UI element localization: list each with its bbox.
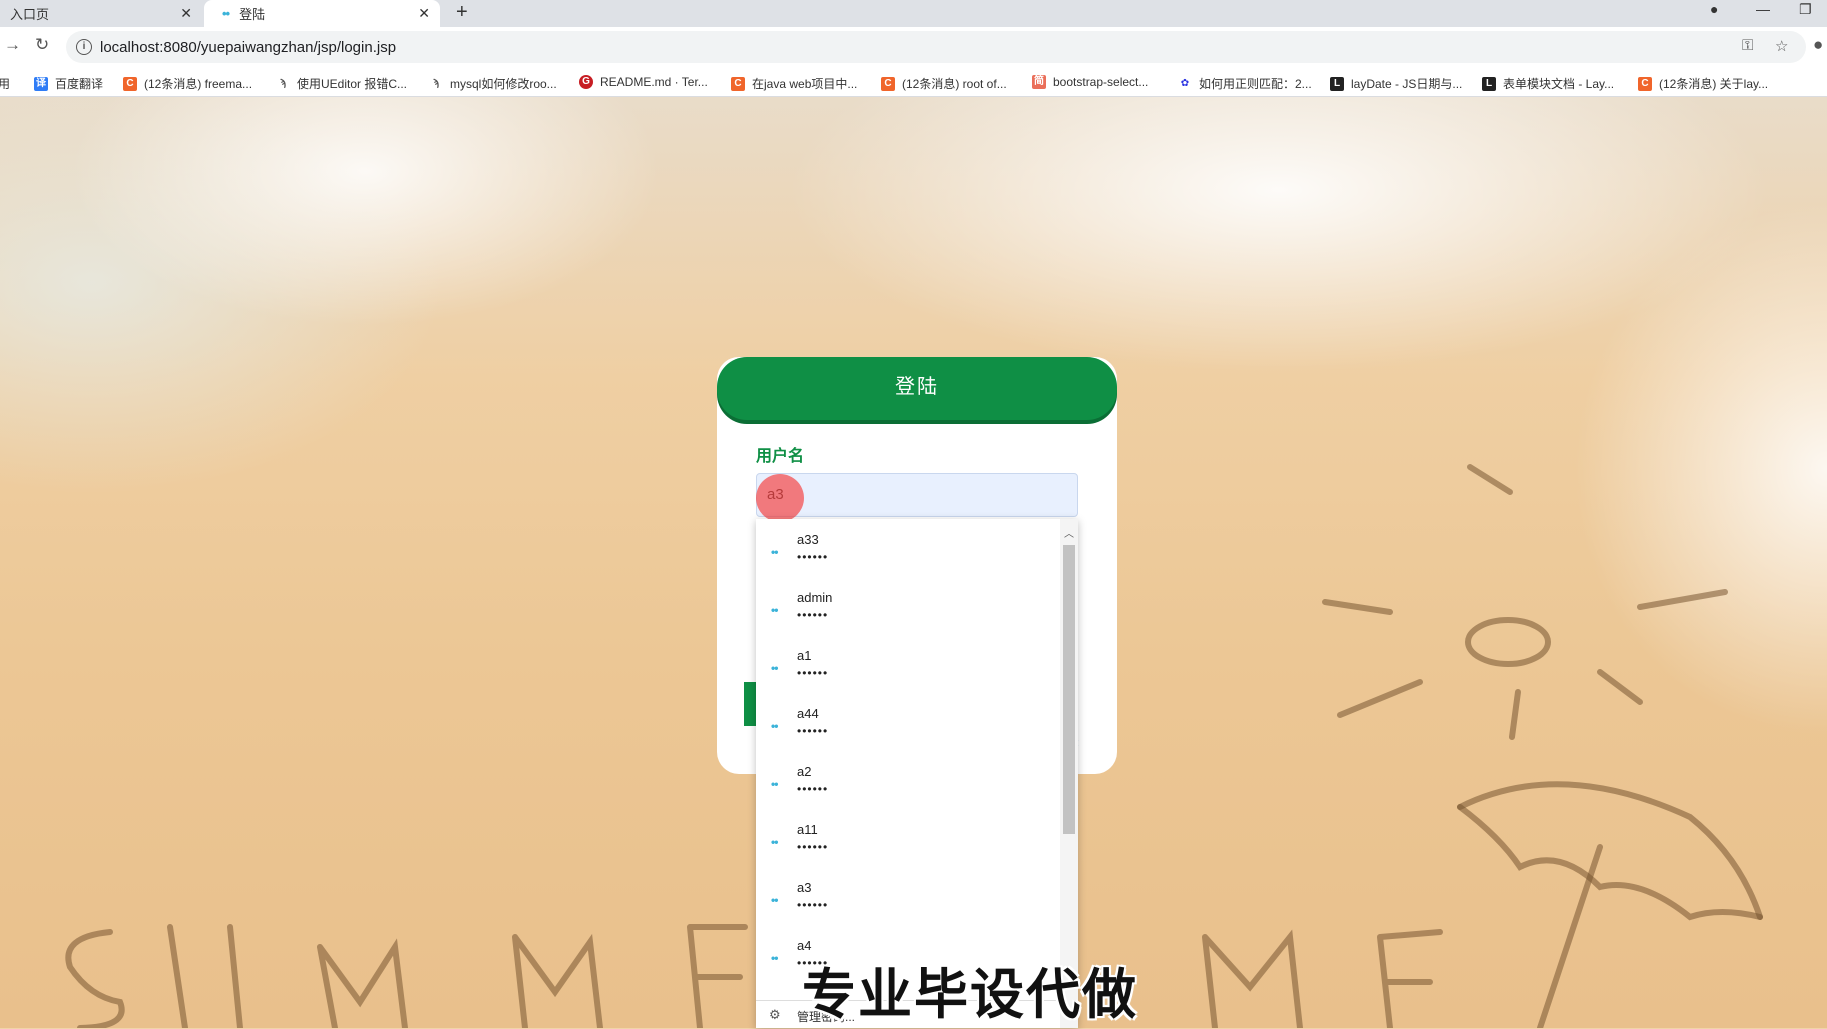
close-icon[interactable]: ✕ xyxy=(418,5,430,22)
key-icon: •• xyxy=(771,545,778,559)
autofill-password: •••••• xyxy=(797,840,829,854)
info-icon[interactable]: i xyxy=(76,39,92,55)
gitee-icon: G xyxy=(579,75,593,89)
key-icon: •• xyxy=(771,661,778,675)
tab-title: 入口页 xyxy=(10,7,50,22)
autofill-username: a2 xyxy=(797,764,812,779)
url-text: localhost:8080/yuepaiwangzhan/jsp/login.… xyxy=(100,39,397,56)
minimize-icon[interactable]: — xyxy=(1756,1,1770,17)
bookmark-item[interactable]: C 在java web项目中... xyxy=(731,75,857,92)
bird-icon: ϡ xyxy=(279,77,287,89)
autofill-item[interactable]: •• a1 •••••• xyxy=(756,635,1062,693)
tab-entry-page[interactable]: 入口页 ✕ xyxy=(0,0,202,27)
bookmark-item[interactable]: ✿ 如何用正则匹配：2... xyxy=(1178,75,1312,92)
bookmark-item[interactable]: ϡ mysql如何修改roo... xyxy=(429,75,557,92)
autofill-password: •••••• xyxy=(797,550,829,564)
baidu-translate-icon: 译 xyxy=(34,76,48,91)
autofill-password: •••••• xyxy=(797,724,829,738)
bird-icon: ϡ xyxy=(432,77,440,89)
bookmark-label: README.md · Ter... xyxy=(600,75,708,89)
autofill-item[interactable]: •• a11 •••••• xyxy=(756,809,1062,867)
bookmark-label: 百度翻译 xyxy=(55,77,104,91)
baidu-icon: ✿ xyxy=(1180,77,1190,89)
bookmark-item[interactable]: LlayDate - JS日期与... xyxy=(1330,75,1462,92)
autofill-password: •••••• xyxy=(797,782,829,796)
loading-dots-icon: •• xyxy=(222,6,230,21)
bookmark-apps[interactable]: 应用 xyxy=(0,75,10,92)
address-bar[interactable]: i localhost:8080/yuepaiwangzhan/jsp/logi… xyxy=(66,31,1806,63)
autofill-username: a1 xyxy=(797,648,812,663)
key-icon[interactable]: ⚿ xyxy=(1742,37,1753,54)
bookmark-label: (12条消息) root of... xyxy=(902,77,1007,91)
key-icon: •• xyxy=(771,719,778,733)
account-icon[interactable]: ● xyxy=(1813,35,1823,55)
csdn-icon: C xyxy=(881,76,895,91)
browser-toolbar: → ↻ i localhost:8080/yuepaiwangzhan/jsp/… xyxy=(0,27,1827,67)
key-icon: •• xyxy=(771,835,778,849)
key-icon: •• xyxy=(771,603,778,617)
bookmark-label: bootstrap-select... xyxy=(1053,75,1149,89)
login-title: 登陆 xyxy=(717,357,1117,420)
star-icon[interactable]: ☆ xyxy=(1775,37,1788,55)
key-icon: •• xyxy=(771,893,778,907)
bookmark-label: (12条消息) freema... xyxy=(144,77,253,91)
bookmarks-bar: 应用 译百度翻译 C (12条消息) freema... ϡ 使用UEditor 报… xyxy=(0,67,1827,97)
bookmark-item[interactable]: C (12条消息) 关于lay... xyxy=(1638,75,1768,92)
bookmark-label: 如何用正则匹配：2... xyxy=(1199,77,1312,91)
autofill-username: a11 xyxy=(797,822,818,837)
new-tab-button[interactable]: + xyxy=(456,1,468,24)
tab-strip: 入口页 ✕ •• 登陆 ✕ + ● — ❐ xyxy=(0,0,1827,27)
jianshu-icon: 简 xyxy=(1032,75,1046,89)
autofill-username: admin xyxy=(797,590,833,605)
layui-icon: L xyxy=(1330,76,1344,91)
key-icon: •• xyxy=(771,777,778,791)
close-icon[interactable]: ✕ xyxy=(180,5,192,22)
username-input[interactable]: a3 xyxy=(756,473,1078,517)
scroll-up-icon[interactable]: ︿ xyxy=(1064,525,1074,540)
autofill-password: •••••• xyxy=(797,898,829,912)
tab-login[interactable]: •• 登陆 ✕ xyxy=(204,0,440,27)
csdn-icon: C xyxy=(731,76,745,91)
tab-title: 登陆 xyxy=(239,7,266,22)
csdn-icon: C xyxy=(1638,76,1652,91)
click-indicator xyxy=(756,474,804,522)
autofill-item[interactable]: •• a33 •••••• xyxy=(756,519,1062,577)
layui-icon: L xyxy=(1482,76,1496,91)
bookmark-label: layDate - JS日期与... xyxy=(1351,77,1463,91)
gear-icon: ⚙ xyxy=(769,1007,781,1022)
bookmark-label: 表单模块文档 - Lay... xyxy=(1503,77,1615,91)
autofill-username: a33 xyxy=(797,532,819,547)
autofill-password: •••••• xyxy=(797,608,829,622)
bookmark-label: 在java web项目中... xyxy=(752,77,858,91)
bookmark-item[interactable]: C (12条消息) freema... xyxy=(123,75,252,92)
bookmark-item[interactable]: 简 bootstrap-select... xyxy=(1032,75,1148,89)
bookmark-item[interactable]: L 表单模块文档 - Lay... xyxy=(1482,75,1614,92)
profile-dropdown-icon[interactable]: ● xyxy=(1710,1,1718,17)
bookmark-item[interactable]: ϡ 使用UEditor 报错C... xyxy=(276,75,407,92)
autofill-item[interactable]: •• a2 •••••• xyxy=(756,751,1062,809)
forward-icon[interactable]: → xyxy=(4,35,21,55)
autofill-username: a44 xyxy=(797,706,819,721)
restore-icon[interactable]: ❐ xyxy=(1799,1,1812,18)
bookmark-label: 使用UEditor 报错C... xyxy=(297,77,408,91)
bookmark-item[interactable]: G README.md · Ter... xyxy=(579,75,708,89)
bookmark-label: (12条消息) 关于lay... xyxy=(1659,77,1769,91)
key-icon: •• xyxy=(771,951,778,965)
autofill-item[interactable]: •• a44 •••••• xyxy=(756,693,1062,751)
watermark-caption: 专业毕设代做 xyxy=(802,963,1138,1026)
bookmark-label: mysql如何修改roo... xyxy=(450,77,557,91)
autofill-password: •••••• xyxy=(797,666,829,680)
scroll-thumb[interactable] xyxy=(1063,545,1075,834)
reload-icon[interactable]: ↻ xyxy=(35,35,49,55)
bookmark-item[interactable]: 译百度翻译 xyxy=(34,75,103,92)
username-label: 用户名 xyxy=(756,448,805,465)
autofill-item[interactable]: •• admin •••••• xyxy=(756,577,1062,635)
bookmark-label: 应用 xyxy=(0,77,11,91)
bookmark-item[interactable]: C (12条消息) root of... xyxy=(881,75,1007,92)
autofill-username: a3 xyxy=(797,880,812,895)
autofill-item[interactable]: •• a3 •••••• xyxy=(756,867,1062,925)
csdn-icon: C xyxy=(123,76,137,91)
